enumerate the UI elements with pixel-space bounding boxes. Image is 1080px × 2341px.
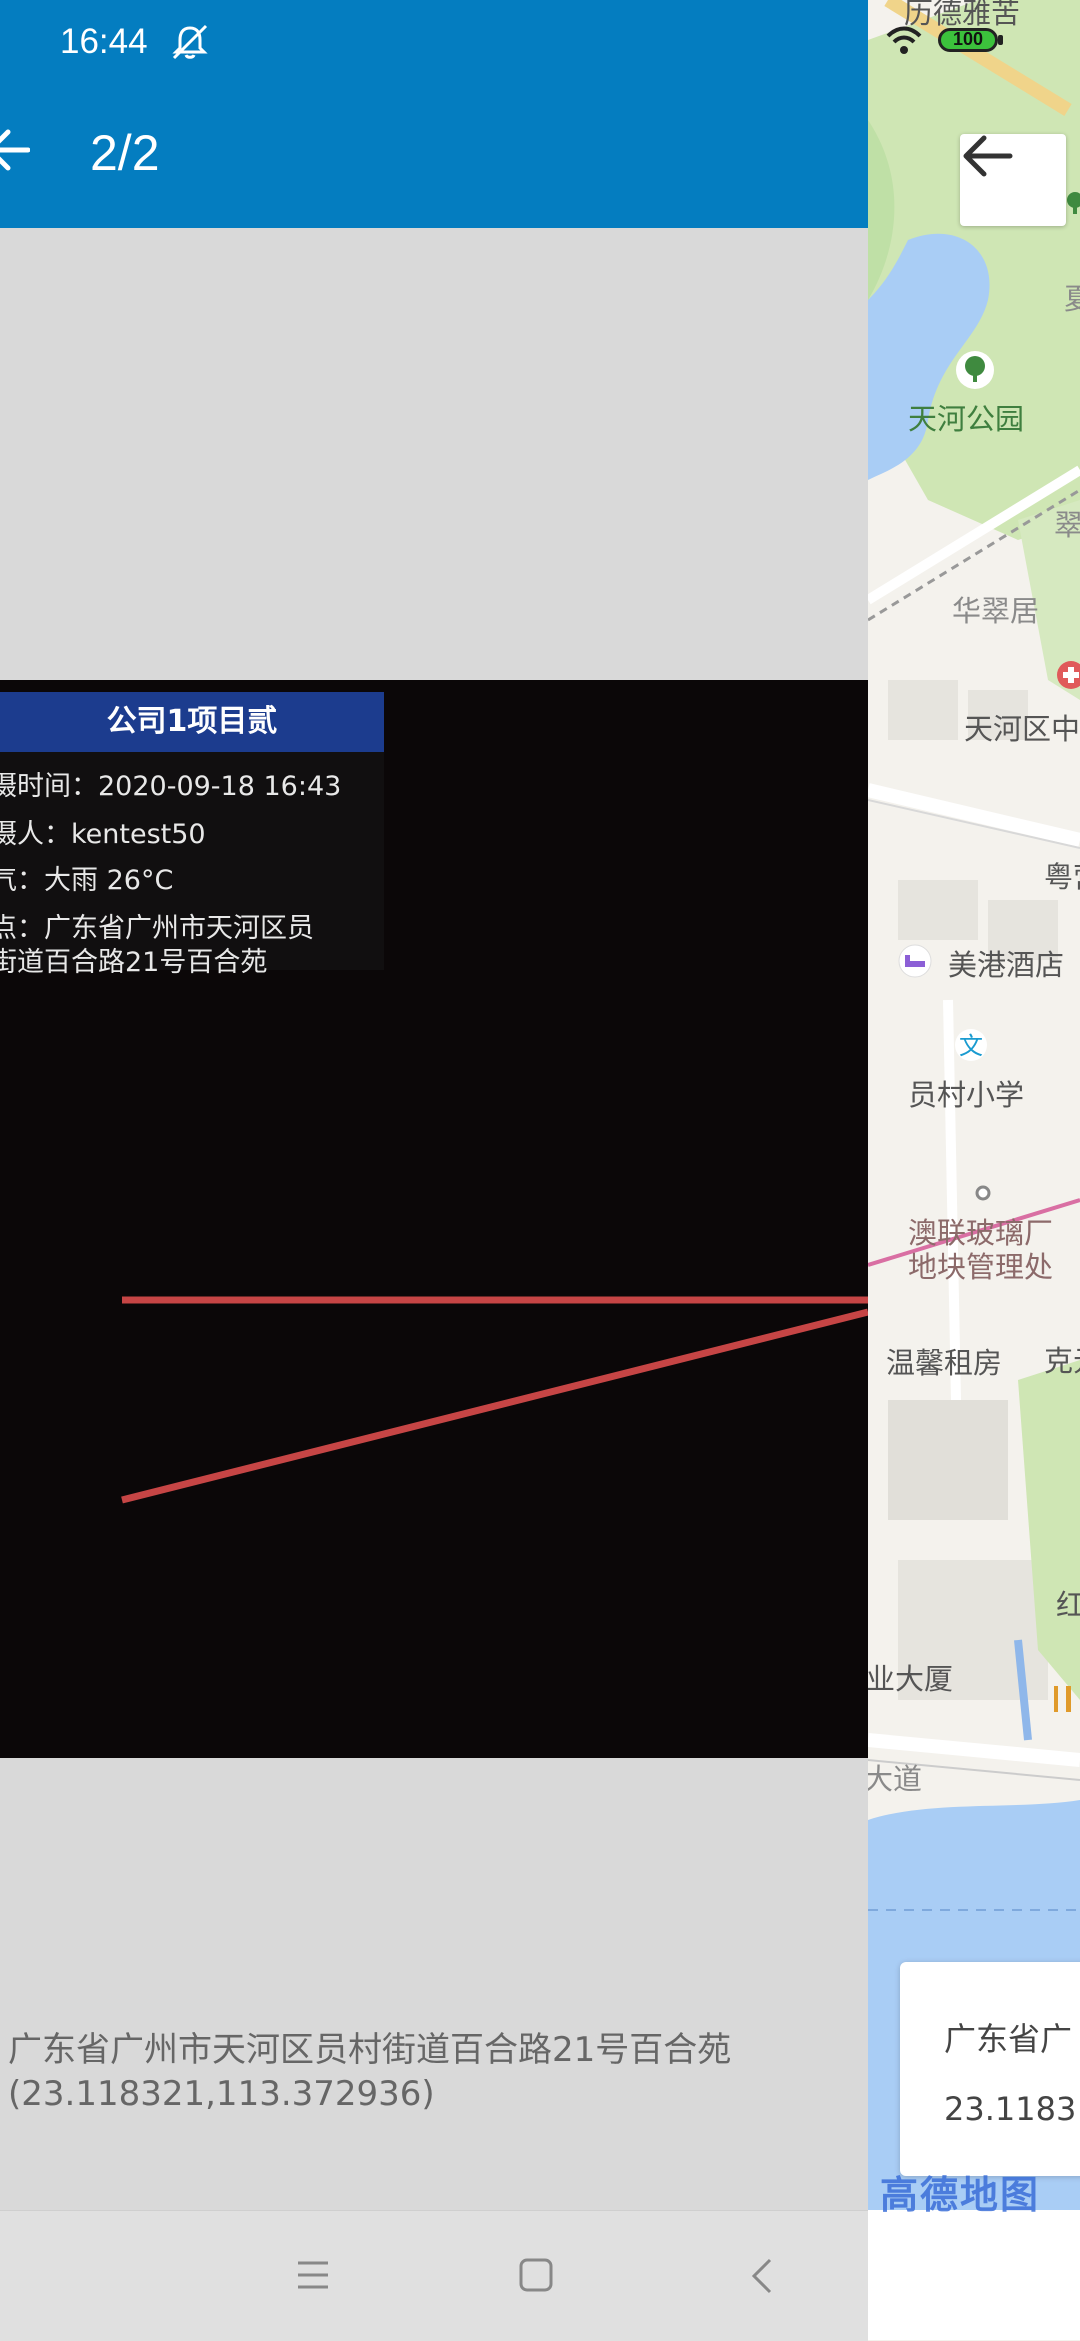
map-label: 天河区中 [964, 712, 1080, 746]
menu-icon[interactable] [296, 2259, 330, 2291]
svg-text:文: 文 [959, 1032, 983, 1060]
map-provider-logo: 高德地图 [880, 2173, 1041, 2217]
map-bottom-area [868, 2210, 1080, 2340]
home-icon[interactable] [518, 2257, 554, 2293]
map-label: 业大厦 [868, 1662, 954, 1696]
status-time: 16:44 [60, 22, 148, 61]
map-label: 粤营 [1044, 860, 1080, 894]
poi-dot-icon [975, 1185, 991, 1201]
wifi-icon [886, 26, 922, 54]
nav-back-icon[interactable] [750, 2257, 774, 2295]
page-counter: 2/2 [90, 125, 160, 181]
back-arrow-icon[interactable] [0, 128, 30, 172]
hotel-icon [898, 944, 932, 978]
restaurant-icon [1054, 1686, 1071, 1712]
bell-off-icon [172, 24, 208, 60]
photo-image[interactable]: 公司1项目贰 摄时间：2020-09-18 16:43 摄人：kentest50… [0, 680, 868, 1758]
school-icon: 文 [955, 1029, 987, 1061]
map-label: 温馨租房 [886, 1346, 1003, 1380]
system-nav-bar [0, 2210, 868, 2341]
hospital-icon [1057, 661, 1080, 689]
map-label: 大道 [868, 1762, 923, 1796]
map-label: 克元 [1044, 1344, 1080, 1378]
map-view[interactable]: 历德雅苦 夏 天河公园 翠 华翠居 天河区中 粤营 美港酒店 文 员村小学 澳联… [868, 0, 1080, 2340]
battery-icon: 100 [938, 26, 1006, 56]
map-label: 翠 [1054, 508, 1080, 542]
location-card-coords: 23.1183 [944, 2090, 1077, 2128]
map-label-park: 天河公园 [908, 402, 1025, 436]
map-label: 美港酒店 [948, 948, 1065, 982]
map-label: 华翠居 [952, 594, 1040, 628]
location-info-card[interactable]: 广东省广 23.1183 [900, 1962, 1080, 2176]
photo-viewer-panel: 16:44 2/2 公司1项目贰 摄时间：2020-09-18 16:43 摄人… [0, 0, 868, 2341]
arrow-left-icon [963, 135, 1013, 177]
map-label: 夏 [1064, 282, 1080, 316]
app-bar: 16:44 2/2 [0, 0, 868, 228]
map-back-button[interactable] [960, 134, 1066, 226]
photo-lines [121, 1296, 868, 1504]
map-label: 员村小学 [908, 1078, 1025, 1112]
photo-address: 广东省广州市天河区员村街道百合路21号百合苑 (23.118321,113.37… [8, 2028, 858, 2116]
location-card-address: 广东省广 [944, 2020, 1073, 2058]
address-line: 广东省广州市天河区员村街道百合路21号百合苑 [8, 2030, 732, 2070]
map-label: 红 [1056, 1588, 1080, 1622]
address-coords: (23.118321,113.372936) [8, 2074, 435, 2114]
battery-level: 100 [952, 29, 984, 49]
park-tree-icon [956, 351, 994, 389]
map-label: 地块管理处 [908, 1250, 1054, 1284]
